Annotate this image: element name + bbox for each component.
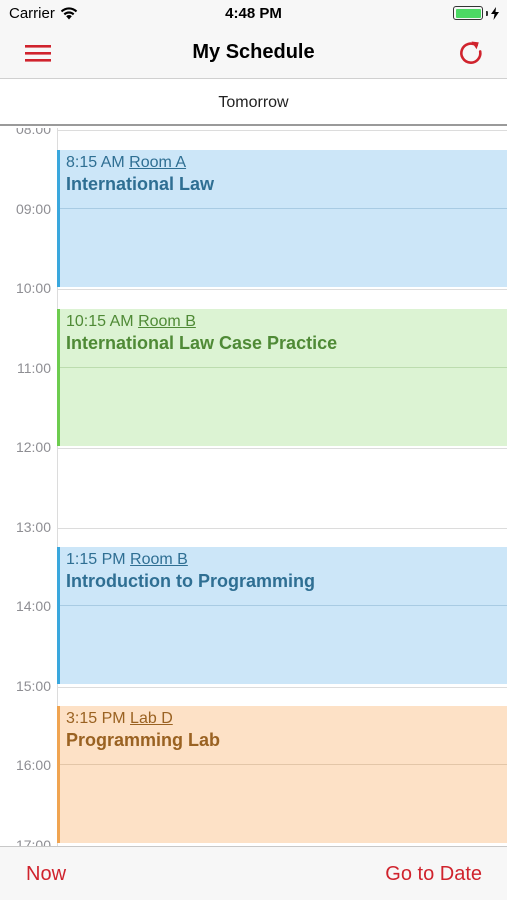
hour-line	[58, 130, 507, 131]
battery-tip	[486, 10, 488, 16]
event-title: Introduction to Programming	[66, 571, 315, 592]
hour-label: 14:00	[15, 598, 51, 614]
event-hour-divider	[60, 366, 507, 368]
event-title: Programming Lab	[66, 730, 221, 751]
battery-fill	[455, 8, 481, 18]
hour-label: 16:00	[15, 757, 51, 773]
event-time: 1:15 PM	[66, 551, 126, 569]
event-room-link[interactable]: Room A	[129, 154, 186, 171]
event-room-link[interactable]: Room B	[138, 313, 196, 330]
status-bar: Carrier 4:48 PM	[0, 0, 507, 28]
battery-icon	[453, 6, 483, 20]
event-hour-divider	[60, 605, 507, 607]
go-to-date-button[interactable]: Go to Date	[385, 863, 482, 886]
page-title: My Schedule	[192, 41, 315, 63]
event-header: 1:15 PM Room B	[66, 550, 507, 570]
hour-line	[58, 686, 507, 688]
hour-line	[58, 448, 507, 449]
hour-label: 17:00	[15, 836, 51, 847]
hour-label: 11:00	[17, 359, 51, 376]
hour-label: 15:00	[15, 677, 51, 694]
event-title: International Law	[66, 173, 215, 194]
status-right	[453, 6, 499, 20]
event-room-link[interactable]: Lab D	[130, 710, 173, 727]
event-block[interactable]: 10:15 AM Room B International Law Case Pr…	[57, 308, 507, 446]
hour-label: 08:00	[15, 128, 51, 137]
bottom-toolbar: Now Go to Date	[0, 846, 507, 900]
menu-button[interactable]	[22, 41, 54, 65]
day-timeline[interactable]: 08:00 09:00 10:00 11:00 12:00 13:00 14:00 15:00…	[0, 128, 507, 846]
event-block[interactable]: 3:15 PM Lab D Programming Lab	[57, 706, 507, 844]
event-header: 10:15 AM Room B	[66, 312, 507, 332]
hour-label: 13:00	[15, 518, 51, 535]
hour-label: 12:00	[15, 439, 51, 455]
status-time: 4:48 PM	[225, 5, 282, 22]
event-room-link[interactable]: Room B	[130, 551, 188, 568]
now-button[interactable]: Now	[26, 863, 66, 886]
event-block[interactable]: 1:15 PM Room B Introduction to Programmin…	[57, 547, 507, 685]
event-header: 8:15 AM Room A	[66, 153, 507, 173]
event-time: 10:15 AM	[66, 312, 134, 330]
event-title: International Law Case Practice	[66, 332, 338, 353]
event-time: 3:15 PM	[66, 710, 126, 728]
hour-label: 10:00	[15, 280, 51, 296]
charging-bolt-icon	[491, 6, 499, 20]
event-hour-divider	[60, 207, 507, 209]
event-header: 3:15 PM Lab D	[66, 709, 507, 729]
event-hour-divider	[60, 764, 507, 766]
hour-line	[58, 289, 507, 290]
navigation-bar: My Schedule	[0, 28, 507, 79]
refresh-button[interactable]	[457, 39, 485, 67]
event-block[interactable]: 8:15 AM Room A International Law	[57, 149, 507, 287]
event-time: 8:15 AM	[66, 153, 125, 171]
hamburger-menu-icon	[25, 45, 51, 62]
hour-label: 09:00	[15, 200, 51, 217]
day-header: Tomorrow	[0, 80, 507, 126]
day-label: Tomorrow	[218, 94, 289, 111]
refresh-icon	[460, 41, 482, 64]
hour-line	[58, 527, 507, 529]
